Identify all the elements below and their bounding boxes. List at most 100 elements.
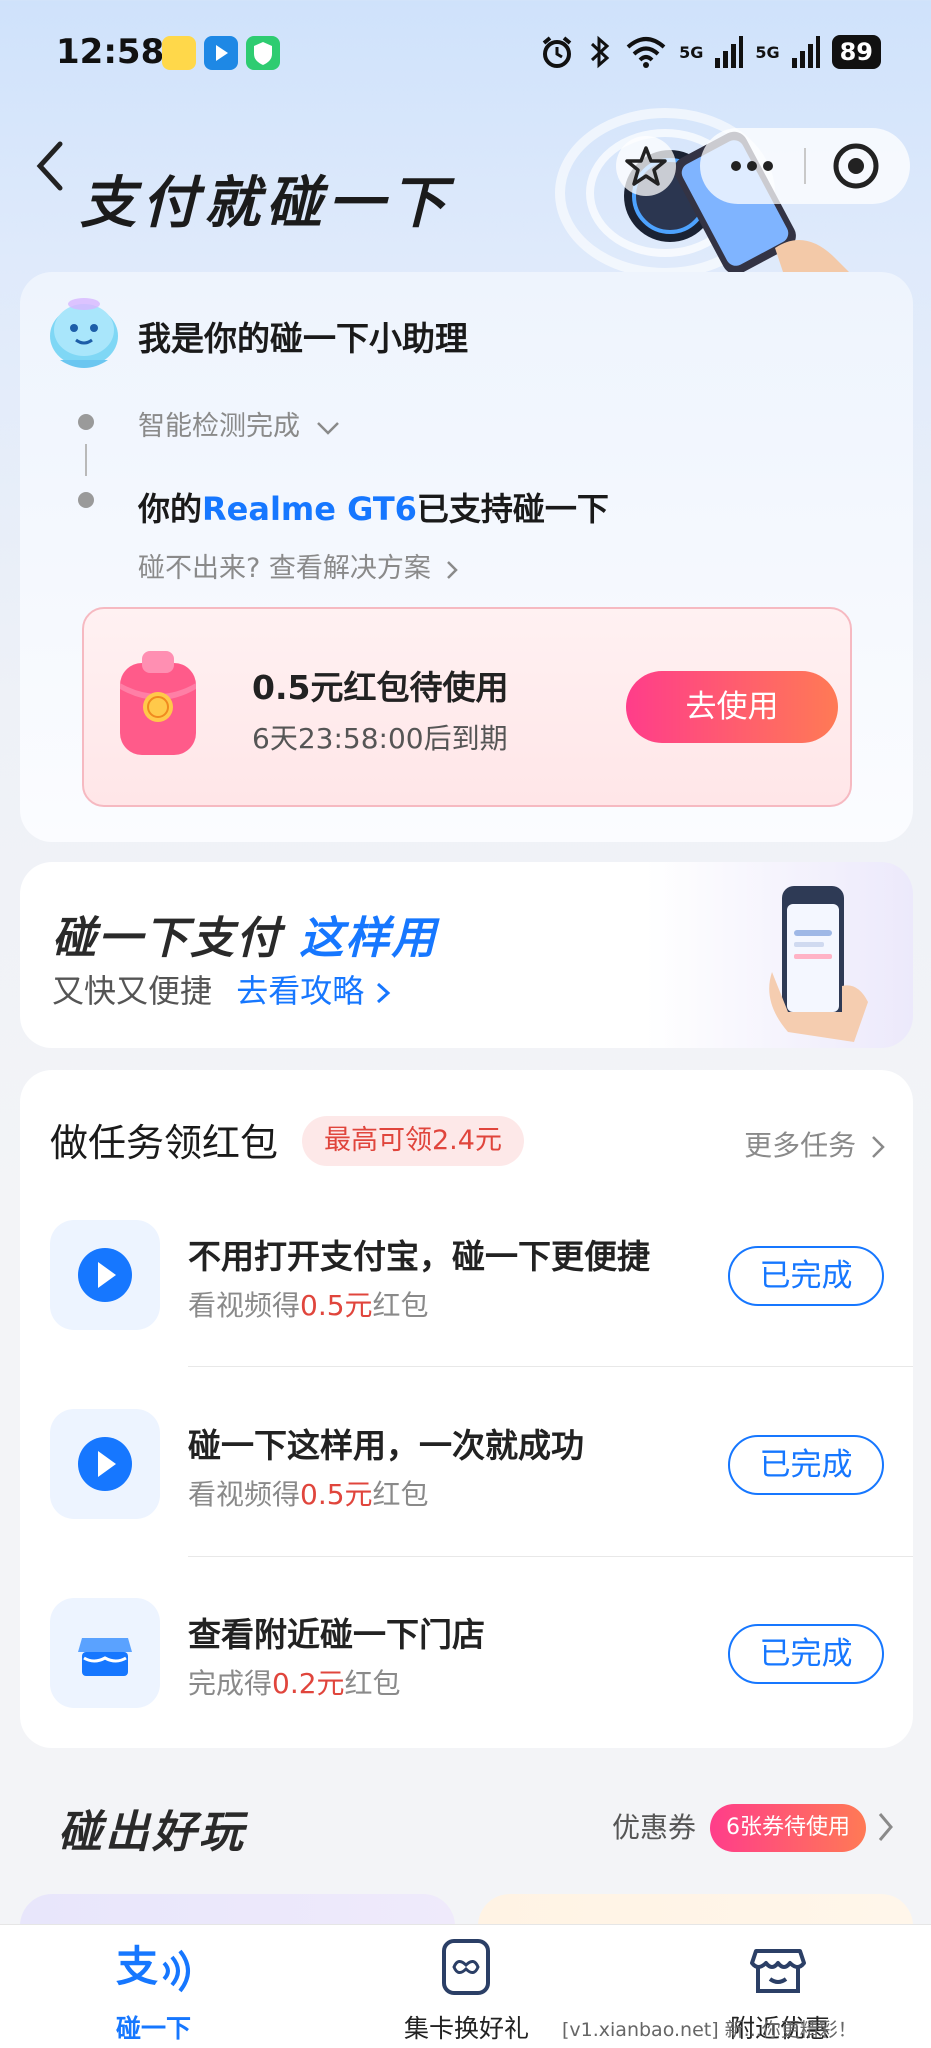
tasks-card: 做任务领红包 最高可领2.4元 更多任务 不用打开支付宝，碰一下更便捷 看视频得… (20, 1070, 913, 1748)
pending-coupons-badge[interactable]: 6张券待使用 (710, 1804, 866, 1852)
signal-5g-label-2: 5G (755, 42, 780, 62)
task-item: 查看附近碰一下门店 完成得0.2元红包 已完成 (20, 1570, 913, 1758)
tab-tap-to-pay[interactable]: 支 碰一下 (90, 1925, 220, 2048)
chevron-down-icon (316, 421, 339, 435)
mini-program-capsule (616, 128, 910, 204)
use-red-packet-button[interactable]: 去使用 (626, 671, 838, 743)
status-bar: 12:58 5G 5G 89 (0, 0, 931, 110)
timeline-dot (78, 414, 94, 430)
task-reward-amount: 0.5元 (300, 1478, 373, 1511)
task-item: 不用打开支付宝，碰一下更便捷 看视频得0.5元红包 已完成 (20, 1192, 913, 1380)
task-reward-prefix: 看视频得 (188, 1289, 301, 1322)
signal-bars-icon (715, 36, 744, 68)
chevron-right-icon (872, 1136, 885, 1158)
assistant-card: 我是你的碰一下小助理 智能检测完成 你的Realme GT6已支持碰一下 碰不出… (20, 272, 913, 842)
alarm-icon (542, 36, 572, 68)
task-divider (188, 1556, 913, 1557)
red-packet-expiry: 6天23:58:00后到期 (252, 722, 508, 755)
play-icon (78, 1248, 132, 1302)
chevron-right-icon[interactable] (876, 1810, 896, 1844)
app-notification-icon (162, 36, 196, 70)
play-section-header: 碰出好玩 优惠券 6张券待使用 (0, 1776, 931, 1896)
status-time: 12:58 (56, 32, 165, 72)
red-packet-title: 0.5元红包待使用 (252, 668, 509, 707)
task-icon-box (50, 1409, 160, 1519)
bluetooth-icon (591, 35, 610, 69)
guide-title-main: 碰一下支付 (52, 913, 300, 964)
more-tasks-link[interactable]: 更多任务 (744, 1124, 887, 1164)
chevron-right-icon (446, 560, 458, 579)
tab-label: 碰一下 (116, 2014, 192, 2043)
bottom-tab-bar: 支 碰一下 集卡换好礼 附近优惠 [v1.xianbao.net] 新...你更… (0, 1924, 931, 2048)
guide-subtitle-row: 又快又便捷 去看攻略 (52, 966, 392, 1012)
more-options-icon[interactable] (700, 128, 800, 204)
support-suffix: 已支持碰一下 (416, 490, 609, 528)
task-completed-button[interactable]: 已完成 (728, 1435, 884, 1495)
wifi-icon (626, 37, 666, 68)
help-solution-link[interactable]: 碰不出来? 查看解决方案 (138, 546, 460, 585)
task-reward-suffix: 红包 (372, 1478, 429, 1511)
signal-5g-label: 5G (679, 42, 704, 62)
task-reward-suffix: 红包 (372, 1289, 429, 1322)
task-completed-button[interactable]: 已完成 (728, 1246, 884, 1306)
play-icon (78, 1437, 132, 1491)
page-title: 支付就碰一下 (80, 171, 452, 236)
signal-bars-icon-2 (791, 36, 820, 68)
guide-title: 碰一下支付 这样用 (52, 902, 437, 966)
support-prefix: 你的 (138, 490, 203, 528)
timeline-dot (78, 492, 94, 508)
device-name: Realme GT6 (202, 490, 417, 528)
detect-status-text: 智能检测完成 (138, 411, 300, 442)
security-shield-icon (246, 36, 280, 70)
task-item: 碰一下这样用，一次就成功 看视频得0.5元红包 已完成 (20, 1381, 913, 1569)
device-support-text: 你的Realme GT6已支持碰一下 (138, 484, 609, 530)
task-title: 碰一下这样用，一次就成功 (188, 1426, 584, 1465)
chevron-right-icon (377, 982, 391, 1004)
play-section-title: 碰出好玩 (58, 1807, 246, 1858)
back-arrow-icon[interactable] (30, 138, 70, 194)
card-icon (442, 1939, 490, 1995)
close-target-icon[interactable] (818, 128, 894, 204)
task-reward: 看视频得0.5元红包 (188, 1284, 429, 1324)
guide-link-text: 去看攻略 (236, 972, 365, 1010)
task-icon-box (50, 1220, 160, 1330)
task-reward-prefix: 完成得 (188, 1667, 273, 1700)
alipay-tap-icon: 支 (116, 1942, 190, 1993)
coupon-label[interactable]: 优惠券 (612, 1806, 696, 1846)
guide-subtitle: 又快又便捷 (52, 972, 213, 1010)
help-link-text: 碰不出来? 查看解决方案 (138, 553, 431, 584)
store-icon (78, 1638, 132, 1676)
favorite-star-icon[interactable] (616, 136, 676, 196)
task-reward-amount: 0.2元 (272, 1667, 345, 1700)
more-tasks-text: 更多任务 (744, 1129, 857, 1162)
task-icon-box (50, 1598, 160, 1708)
navigation-app-icon (204, 36, 238, 70)
task-reward-suffix: 红包 (344, 1667, 401, 1700)
guide-link[interactable]: 去看攻略 (236, 972, 392, 1010)
red-packet-icon (120, 651, 196, 755)
task-reward: 看视频得0.5元红包 (188, 1473, 429, 1513)
task-reward: 完成得0.2元红包 (188, 1662, 401, 1702)
task-reward-prefix: 看视频得 (188, 1478, 301, 1511)
task-divider (188, 1366, 913, 1367)
task-reward-amount: 0.5元 (300, 1289, 373, 1322)
watermark-text: [v1.xianbao.net] 新...你更精彩！ (562, 2019, 857, 2041)
battery-indicator: 89 (831, 35, 881, 69)
tab-label: 集卡换好礼 (404, 2014, 530, 2043)
svg-text:支: 支 (116, 1942, 158, 1991)
assistant-mascot-icon (50, 298, 118, 368)
red-packet-card: 0.5元红包待使用 6天23:58:00后到期 去使用 (82, 607, 852, 807)
capsule-divider (804, 148, 806, 184)
tasks-title: 做任务领红包 (50, 1121, 279, 1165)
guide-title-highlight: 这样用 (299, 913, 438, 964)
task-completed-button[interactable]: 已完成 (728, 1624, 884, 1684)
timeline-line (85, 444, 87, 476)
tab-collect-cards[interactable]: 集卡换好礼 (400, 1925, 540, 2048)
guide-card[interactable]: 碰一下支付 这样用 又快又便捷 去看攻略 (20, 862, 913, 1048)
task-title: 查看附近碰一下门店 (188, 1615, 485, 1654)
task-title: 不用打开支付宝，碰一下更便捷 (188, 1237, 650, 1276)
detect-status[interactable]: 智能检测完成 (138, 404, 341, 443)
max-reward-badge: 最高可领2.4元 (302, 1116, 524, 1166)
assistant-title: 我是你的碰一下小助理 (138, 319, 468, 358)
phone-in-hand-illustration (769, 886, 868, 1042)
